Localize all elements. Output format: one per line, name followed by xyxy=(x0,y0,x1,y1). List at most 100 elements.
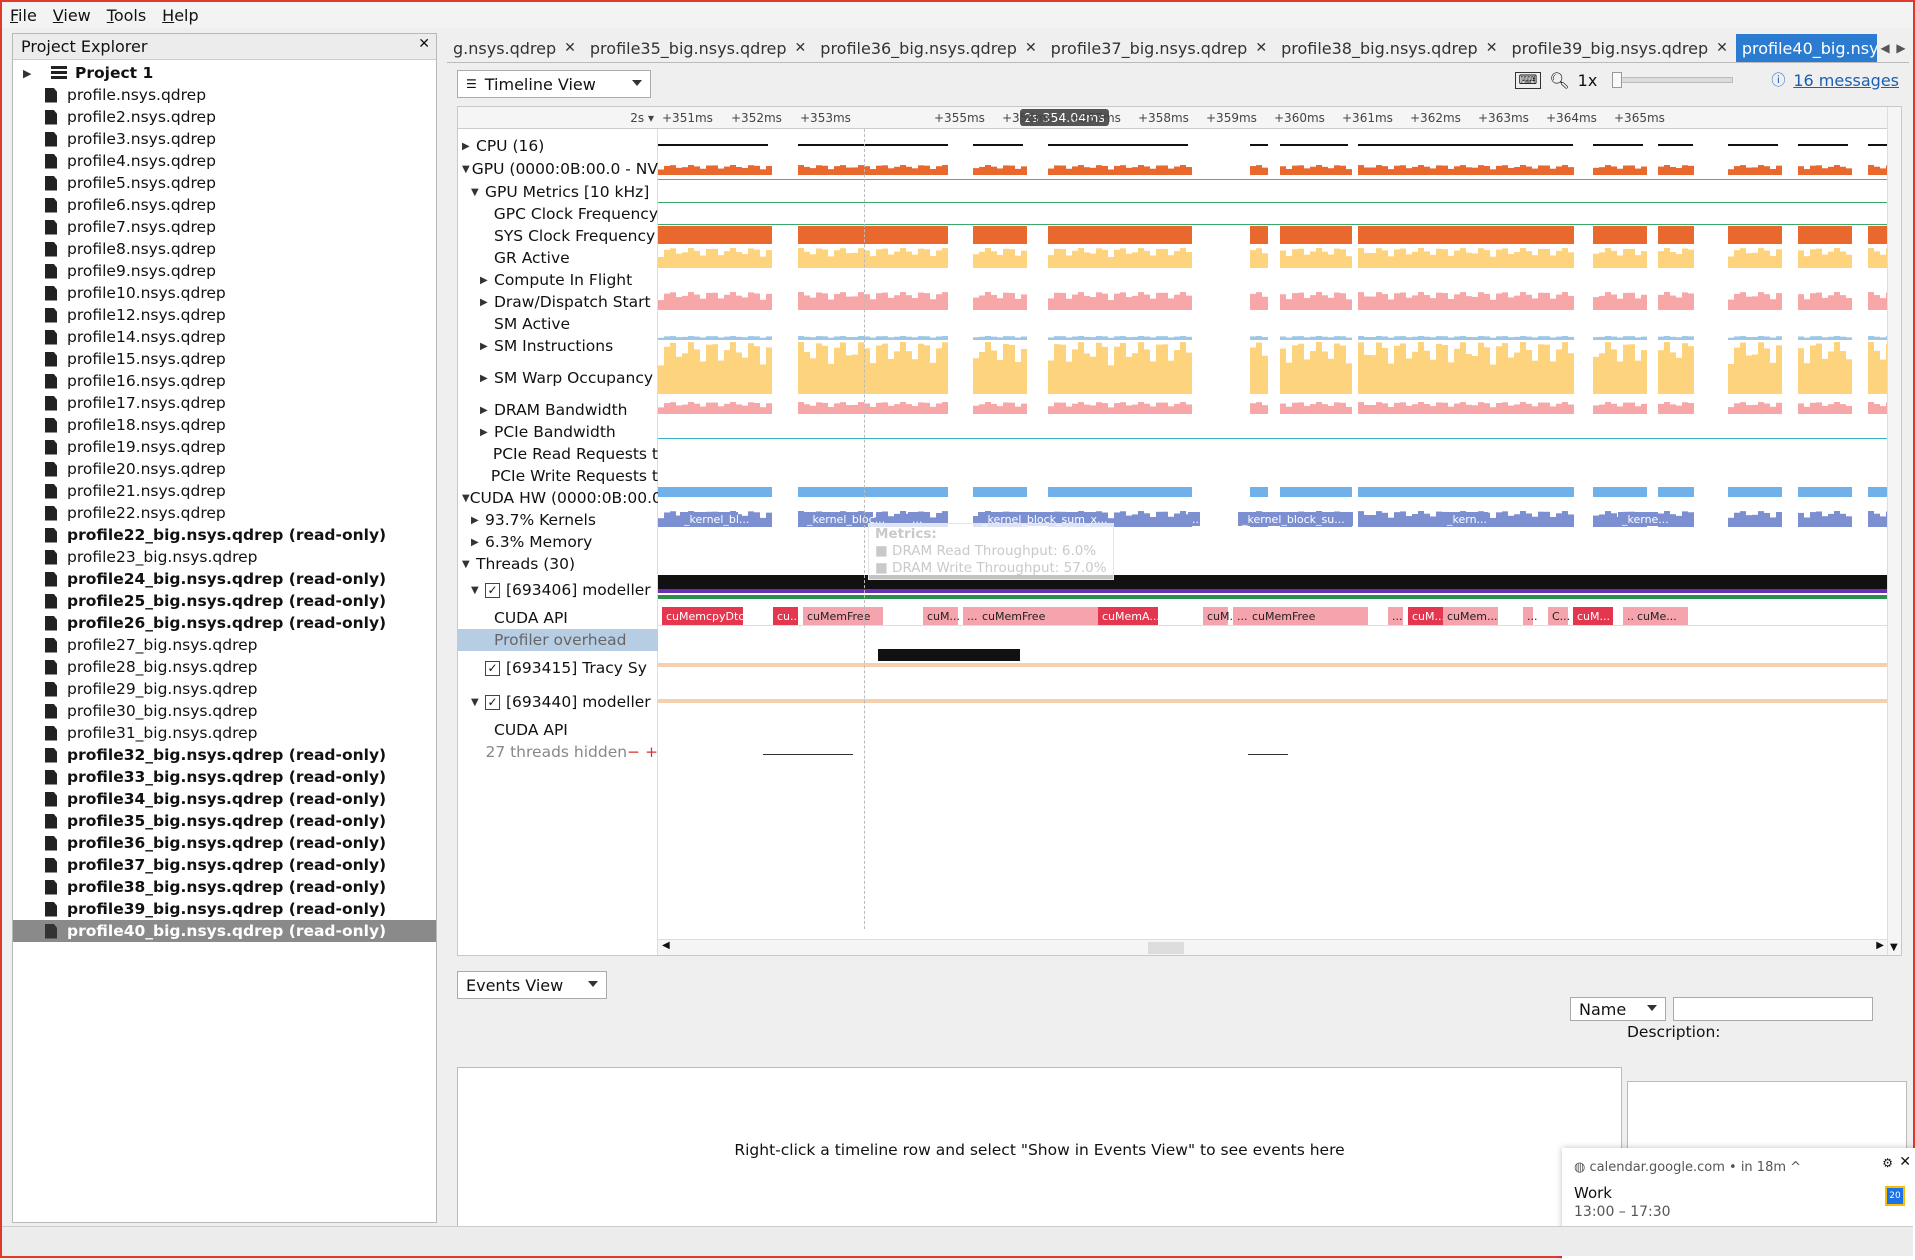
file-item[interactable]: profile37_big.nsys.qdrep (read-only) xyxy=(13,854,436,876)
scroll-down-icon[interactable]: ▼ xyxy=(1890,942,1898,953)
file-item[interactable]: profile28_big.nsys.qdrep xyxy=(13,656,436,678)
file-item[interactable]: profile34_big.nsys.qdrep (read-only) xyxy=(13,788,436,810)
zoom-icon[interactable]: 🔍︎ xyxy=(1549,71,1569,90)
scroll-thumb[interactable] xyxy=(1148,942,1184,954)
timeline-row-label[interactable]: ▶ SM Instructions xyxy=(458,335,658,357)
timeline-row-label[interactable]: ✓ [693415] Tracy Sy xyxy=(458,655,658,681)
file-item[interactable]: profile29_big.nsys.qdrep xyxy=(13,678,436,700)
vertical-scrollbar[interactable]: ▼ xyxy=(1887,107,1901,955)
timeline-row-label[interactable]: ▶ SM Warp Occupancy xyxy=(458,357,658,399)
timeline-row-label[interactable]: ▶ PCIe Bandwidth xyxy=(458,421,658,443)
tab-3[interactable]: profile37_big.nsys.qdrep ✕ xyxy=(1045,34,1275,62)
expand-arrow-icon[interactable]: ▶ xyxy=(480,341,494,352)
timeline-row-label[interactable]: 27 threads hidden − + xyxy=(458,741,658,763)
scroll-left-icon[interactable]: ◀ xyxy=(662,940,670,951)
timeline-row-label[interactable]: ▼ GPU Metrics [10 kHz] xyxy=(458,181,658,203)
messages-link[interactable]: 16 messages xyxy=(1793,71,1899,90)
tab-4[interactable]: profile38_big.nsys.qdrep ✕ xyxy=(1275,34,1505,62)
file-item[interactable]: profile19.nsys.qdrep xyxy=(13,436,436,458)
timeline-row-label[interactable]: ▼ Threads (30) xyxy=(458,553,658,575)
close-tab-icon[interactable]: ✕ xyxy=(795,40,807,56)
thread-checkbox[interactable]: ✓ xyxy=(485,660,500,676)
close-icon[interactable]: ✕ xyxy=(418,36,430,52)
menu-view[interactable]: View xyxy=(53,6,91,25)
file-item[interactable]: profile.nsys.qdrep xyxy=(13,84,436,106)
timeline-row-label[interactable]: CUDA API xyxy=(458,719,658,741)
tab-1[interactable]: profile35_big.nsys.qdrep ✕ xyxy=(584,34,814,62)
file-item[interactable]: profile40_big.nsys.qdrep (read-only) xyxy=(13,920,436,942)
timeline-row-label[interactable]: ▶ CPU (16) xyxy=(458,135,658,157)
file-item[interactable]: profile8.nsys.qdrep xyxy=(13,238,436,260)
settings-icon[interactable]: ⚙ xyxy=(1882,1156,1893,1170)
expand-arrow-icon[interactable]: ▶ xyxy=(480,373,494,384)
file-item[interactable]: profile22.nsys.qdrep xyxy=(13,502,436,524)
file-item[interactable]: profile4.nsys.qdrep xyxy=(13,150,436,172)
timeline-row-label[interactable]: ▼ GPU (0000:0B:00.0 - NV xyxy=(458,158,658,180)
file-item[interactable]: profile26_big.nsys.qdrep (read-only) xyxy=(13,612,436,634)
expand-arrow-icon[interactable]: ▶ xyxy=(480,275,494,286)
file-item[interactable]: profile12.nsys.qdrep xyxy=(13,304,436,326)
events-view-select[interactable]: Events View xyxy=(457,971,607,999)
expand-arrow-icon[interactable]: ▶ xyxy=(462,141,476,152)
timeline-row-label[interactable]: SM Active xyxy=(458,313,658,335)
horizontal-scrollbar[interactable]: ◀ ▶ xyxy=(658,939,1888,955)
menu-help[interactable]: Help xyxy=(162,6,198,25)
file-item[interactable]: profile23_big.nsys.qdrep xyxy=(13,546,436,568)
expand-arrow-icon[interactable]: ▶ xyxy=(480,297,494,308)
keyboard-icon[interactable]: ⌨ xyxy=(1514,71,1542,89)
file-item[interactable]: profile33_big.nsys.qdrep (read-only) xyxy=(13,766,436,788)
timeline-row-label[interactable]: ▶ Draw/Dispatch Start xyxy=(458,291,658,313)
collapse-arrow-icon[interactable]: ▼ xyxy=(471,697,485,708)
events-list[interactable]: Right-click a timeline row and select "S… xyxy=(457,1067,1622,1232)
close-icon[interactable]: ✕ xyxy=(1899,1154,1911,1170)
file-item[interactable]: profile17.nsys.qdrep xyxy=(13,392,436,414)
close-tab-icon[interactable]: ✕ xyxy=(1255,40,1267,56)
timeline-canvas[interactable]: _kernel_bl... _kernel_bloc...... _kernel_b… xyxy=(658,129,1888,929)
timeline-row-label[interactable]: ▼ CUDA HW (0000:0B:00.0 xyxy=(458,487,658,509)
file-item[interactable]: profile39_big.nsys.qdrep (read-only) xyxy=(13,898,436,920)
close-tab-icon[interactable]: ✕ xyxy=(1716,40,1728,56)
view-select[interactable]: ☰ Timeline View xyxy=(457,70,651,98)
file-item[interactable]: profile36_big.nsys.qdrep (read-only) xyxy=(13,832,436,854)
file-item[interactable]: profile16.nsys.qdrep xyxy=(13,370,436,392)
file-item[interactable]: profile6.nsys.qdrep xyxy=(13,194,436,216)
file-item[interactable]: profile14.nsys.qdrep xyxy=(13,326,436,348)
show-hide-threads-icon[interactable]: − + xyxy=(627,743,658,761)
zoom-slider[interactable] xyxy=(1612,72,1734,88)
menu-file[interactable]: File xyxy=(10,6,37,25)
file-item[interactable]: profile10.nsys.qdrep xyxy=(13,282,436,304)
zoom-slider-handle[interactable] xyxy=(1612,72,1623,88)
timeline-row-label[interactable]: ▶ 6.3% Memory xyxy=(458,531,658,553)
timeline-row-label[interactable]: SYS Clock Frequency xyxy=(458,225,658,247)
menu-tools[interactable]: Tools xyxy=(107,6,146,25)
timeline-row-label[interactable]: ▼ ✓ [693440] modeller xyxy=(458,689,658,715)
file-item[interactable]: profile38_big.nsys.qdrep (read-only) xyxy=(13,876,436,898)
timeline-row-label[interactable]: Profiler overhead xyxy=(458,629,658,651)
file-item[interactable]: profile2.nsys.qdrep xyxy=(13,106,436,128)
timeline-row-label[interactable]: PCIe Write Requests t xyxy=(458,465,658,487)
timeline-row-label[interactable]: GPC Clock Frequency xyxy=(458,203,658,225)
close-tab-icon[interactable]: ✕ xyxy=(1025,40,1037,56)
file-item[interactable]: profile20.nsys.qdrep xyxy=(13,458,436,480)
file-item[interactable]: profile5.nsys.qdrep xyxy=(13,172,436,194)
collapse-arrow-icon[interactable]: ▼ xyxy=(462,164,472,175)
timeline-row-label[interactable]: ▶ DRAM Bandwidth xyxy=(458,399,658,421)
timeline-row-label[interactable]: CUDA API xyxy=(458,607,658,629)
filter-select[interactable]: Name xyxy=(1570,997,1666,1021)
file-item[interactable]: profile7.nsys.qdrep xyxy=(13,216,436,238)
collapse-arrow-icon[interactable]: ▼ xyxy=(471,585,485,596)
close-tab-icon[interactable]: ✕ xyxy=(564,40,576,56)
tab-scroll-left-icon[interactable]: ◀ xyxy=(1877,34,1893,62)
file-item[interactable]: profile24_big.nsys.qdrep (read-only) xyxy=(13,568,436,590)
file-item[interactable]: profile25_big.nsys.qdrep (read-only) xyxy=(13,590,436,612)
tab-scroll-right-icon[interactable]: ▶ xyxy=(1893,34,1909,62)
expand-arrow-icon[interactable]: ▶ xyxy=(471,515,485,526)
thread-checkbox[interactable]: ✓ xyxy=(485,694,500,710)
timeline-row-label[interactable]: ▶ Compute In Flight xyxy=(458,269,658,291)
expand-arrow-icon[interactable]: ▶ xyxy=(480,405,494,416)
timeline[interactable]: 2s ▾ ▶ CPU (16) ▼ GPU (0000:0B:00.0 - NV ▼ GP… xyxy=(457,106,1902,956)
scroll-right-icon[interactable]: ▶ xyxy=(1876,940,1884,951)
collapse-arrow-icon[interactable]: ▼ xyxy=(462,559,476,570)
file-item[interactable]: profile35_big.nsys.qdrep (read-only) xyxy=(13,810,436,832)
collapse-arrow-icon[interactable]: ▼ xyxy=(471,187,485,198)
